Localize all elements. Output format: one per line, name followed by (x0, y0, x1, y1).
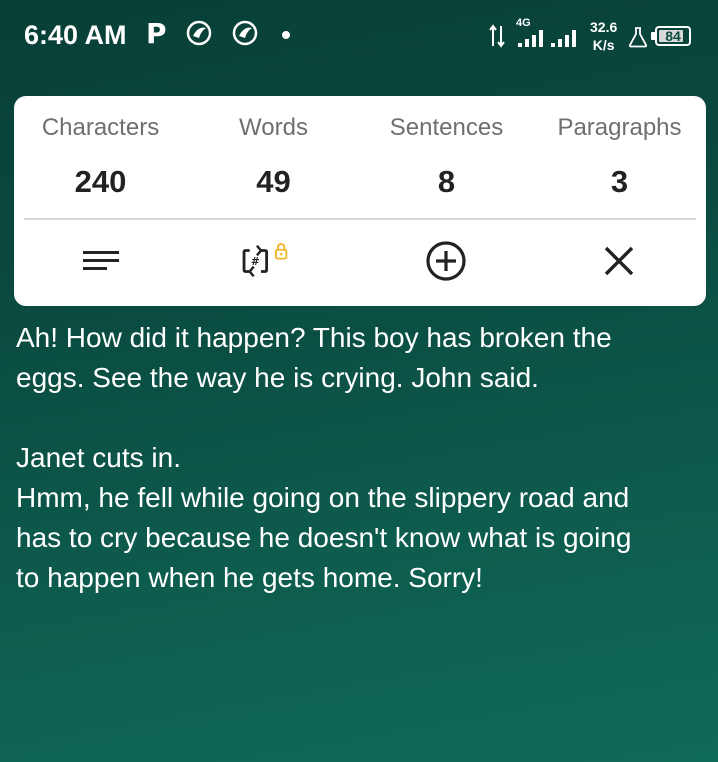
stat-value: 3 (610, 164, 629, 199)
stat-characters: Characters 240 (14, 114, 187, 200)
card-divider (24, 218, 696, 220)
stat-label: Sentences (389, 114, 504, 141)
text-line: to happen when he gets home. Sorry! (16, 562, 483, 593)
stat-value: 49 (256, 164, 291, 199)
stat-label: Characters (41, 114, 160, 141)
clear-button[interactable] (594, 236, 644, 286)
stat-label: Paragraphs (557, 114, 682, 141)
status-bar: 6:40 AM P 4G 32.6 K/s 84 (0, 0, 718, 72)
speed-value: 32.6 (590, 19, 618, 35)
network-speed: 32.6 K/s (590, 18, 617, 54)
svg-text:#: # (251, 256, 260, 268)
text-format-button[interactable] (76, 236, 126, 286)
text-line: Ah! How did it happen? This boy has brok… (16, 322, 612, 353)
text-editor[interactable]: Ah! How did it happen? This boy has brok… (16, 318, 710, 598)
text-line: eggs. See the way he is crying. John sai… (16, 362, 539, 393)
text-line: has to cry because he doesn't know what … (16, 522, 632, 553)
stat-sentences: Sentences 8 (360, 114, 533, 200)
close-icon (604, 246, 634, 276)
text-line: Hmm, he fell while going on the slippery… (16, 482, 630, 513)
speed-unit: K/s (592, 37, 615, 53)
flask-icon (628, 27, 648, 48)
hashtag-convert-button[interactable]: # (240, 236, 290, 286)
stats-card: Characters 240 Words 49 Sentences 8 Para… (14, 96, 706, 306)
notification-dot-icon (282, 31, 290, 39)
battery-icon: 84 (655, 26, 691, 46)
stat-paragraphs: Paragraphs 3 (533, 114, 706, 200)
bird-app-icon (232, 20, 258, 46)
lock-icon (275, 243, 288, 260)
stat-value: 240 (74, 164, 127, 199)
text-line (16, 398, 710, 438)
hashtag-swap-locked-icon: # (242, 243, 288, 278)
stat-words: Words 49 (187, 114, 360, 200)
stat-value: 8 (437, 164, 456, 199)
add-button[interactable] (421, 236, 471, 286)
stat-label: Words (239, 114, 308, 141)
add-circle-icon (426, 241, 466, 281)
battery-level: 84 (665, 28, 681, 44)
text-line: Janet cuts in. (16, 442, 181, 473)
bird-app-icon (186, 20, 212, 46)
data-transfer-icon (489, 24, 505, 48)
signal-strength-icon (518, 30, 576, 47)
text-lines-icon (83, 251, 119, 270)
parking-p-icon: P (146, 17, 167, 50)
clock: 6:40 AM (24, 20, 127, 50)
